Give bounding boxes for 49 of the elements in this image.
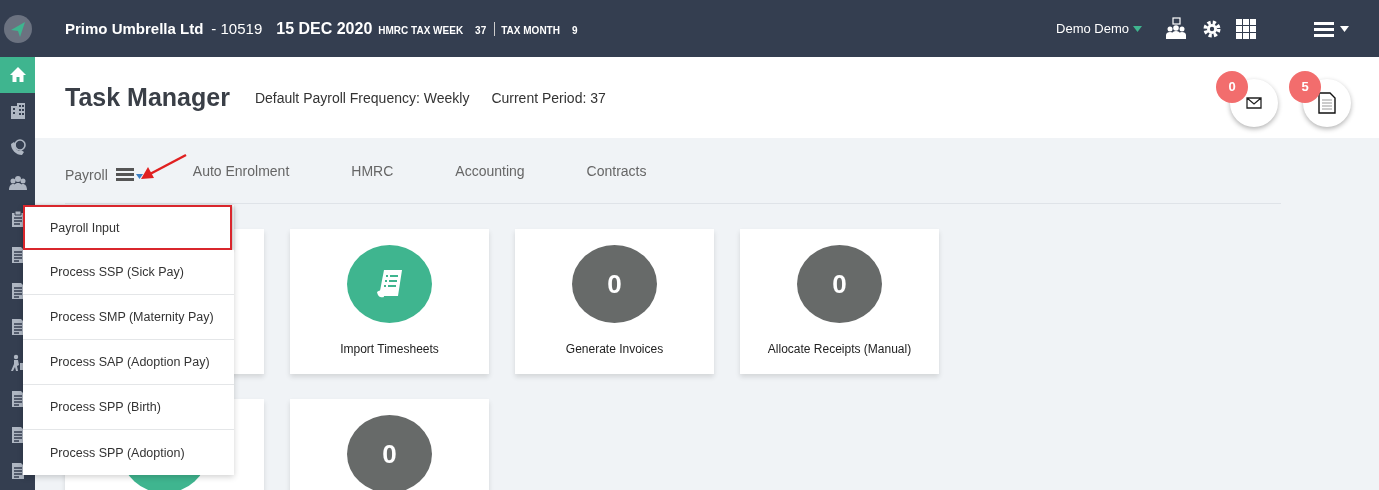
task-label: Import Timesheets [340, 342, 439, 356]
task-card[interactable]: 0 [290, 399, 489, 490]
dropdown-item[interactable]: Process SAP (Adoption Pay) [23, 340, 234, 385]
task-count[interactable]: 0 [572, 245, 657, 323]
dropdown-item[interactable]: Process SPP (Adoption) [23, 430, 234, 475]
tax-week-label: HMRC TAX WEEK [378, 24, 464, 36]
task-label: Allocate Receipts (Manual) [767, 342, 912, 356]
logo-icon [2, 13, 33, 44]
dropdown-item[interactable]: Process SMP (Maternity Pay) [23, 295, 234, 340]
tax-month-value: 9 [571, 24, 578, 36]
tab[interactable]: HMRC [351, 162, 394, 179]
team-tasks-icon[interactable] [1164, 16, 1188, 41]
task-count[interactable]: 0 [797, 245, 882, 323]
tab[interactable]: Accounting [455, 162, 525, 179]
document-icon [1318, 91, 1336, 114]
menu-icon[interactable] [1314, 20, 1334, 37]
mail-icon [1246, 96, 1262, 109]
people-icon [8, 174, 27, 192]
tab[interactable]: Contracts [586, 162, 647, 179]
apps-grid-icon[interactable] [1236, 18, 1256, 39]
company-number: - 10519 [211, 19, 263, 37]
page-title: Task Manager [65, 83, 230, 112]
task-card[interactable]: 0 Generate Invoices [515, 229, 714, 374]
dropdown-item[interactable]: Process SSP (Sick Pay) [23, 250, 234, 295]
tab[interactable]: Auto Enrolment [192, 162, 290, 179]
current-date: 15 DEC 2020 [276, 19, 373, 38]
dropdown-item[interactable]: Process SPP (Birth) [23, 385, 234, 430]
company-name: Primo Umbrella Ltd [65, 19, 204, 37]
task-card[interactable]: Import Timesheets [290, 229, 489, 374]
building-icon [8, 102, 27, 120]
tax-week-value: 37 [475, 24, 487, 36]
caret-icon [1340, 25, 1349, 32]
payroll-frequency: Default Payroll Frequency: Weekly [254, 89, 470, 106]
caret-icon [135, 174, 143, 179]
user-menu[interactable]: Demo Demo [1056, 21, 1142, 36]
caret-icon [1133, 25, 1142, 32]
home-icon [8, 66, 27, 84]
dropdown-item[interactable]: Payroll Input [23, 205, 232, 250]
count-badge: 5 [1289, 70, 1321, 103]
settings-icon[interactable] [1202, 18, 1222, 39]
task-card[interactable]: 0 Allocate Receipts (Manual) [740, 229, 939, 374]
task-count[interactable]: 0 [347, 415, 432, 490]
task-label: Generate Invoices [565, 342, 664, 356]
current-period: Current Period: 37 [491, 89, 606, 106]
count-badge: 0 [1216, 70, 1248, 103]
phone-icon [8, 138, 27, 156]
document-list-icon [374, 268, 405, 300]
tax-month-label: TAX MONTH [501, 24, 560, 36]
menu-icon [115, 168, 134, 181]
